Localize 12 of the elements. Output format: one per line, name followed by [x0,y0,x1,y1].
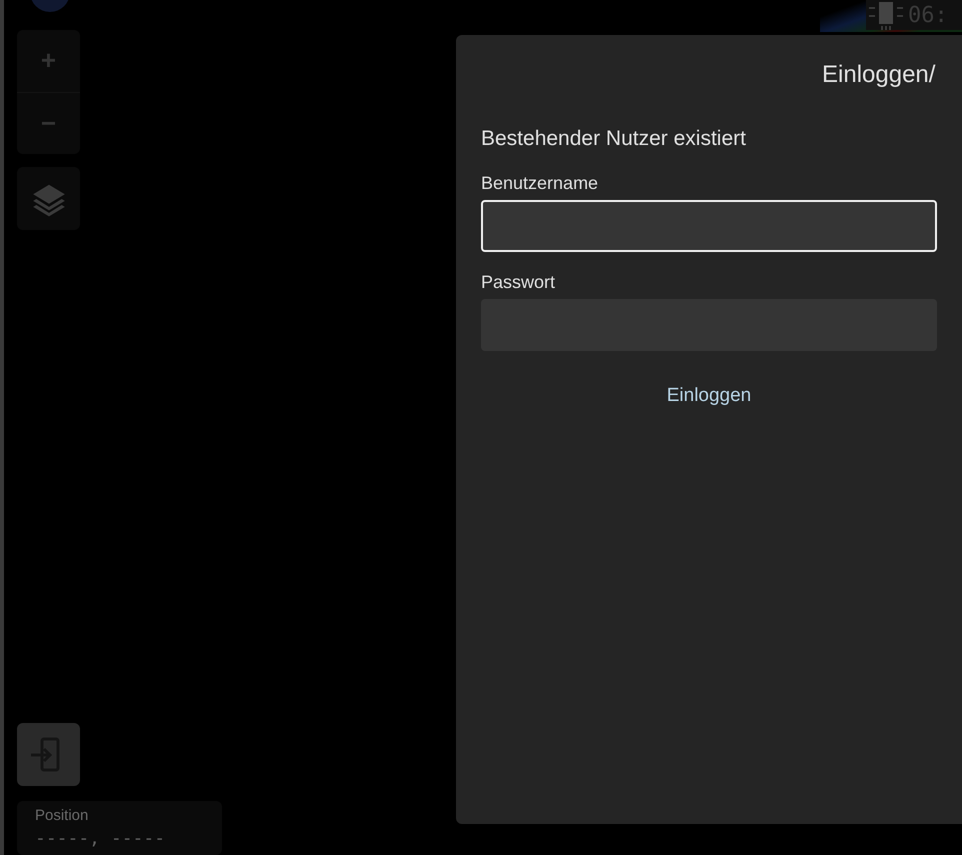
input-field[interactable] [481,200,937,252]
login-button[interactable] [17,723,80,786]
position-label: Position [35,807,90,824]
dialog-title: Einloggen/ [822,61,936,89]
zoom-in-button[interactable]: + [17,30,80,92]
zoom-out-button[interactable]: − [17,92,80,154]
layers-button[interactable] [17,167,80,230]
form-heading: Bestehender Nutzer existiert [481,127,747,151]
field-label: Benutzername [481,173,600,194]
position-value: -----, ----- [35,828,166,849]
submit-button[interactable]: Einloggen [660,381,758,411]
field-label: Passwort [481,272,556,293]
